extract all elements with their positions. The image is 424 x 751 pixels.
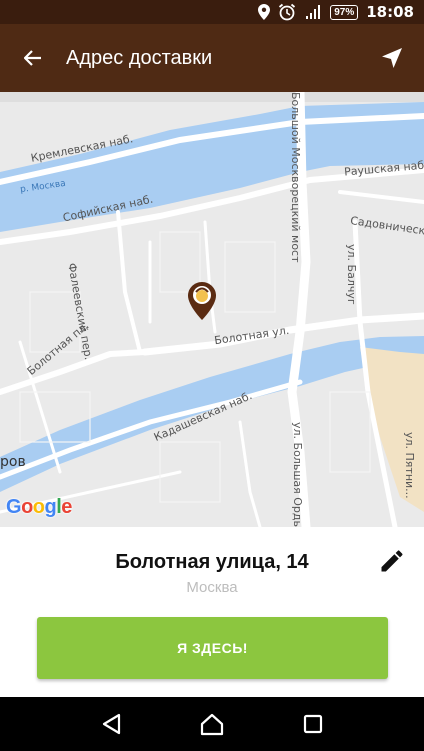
back-button[interactable]: [0, 24, 66, 92]
alarm-icon: [278, 3, 296, 21]
nav-home-button[interactable]: [188, 700, 236, 748]
nav-back-button[interactable]: [87, 700, 135, 748]
location-marker[interactable]: [188, 282, 216, 320]
home-icon: [200, 713, 224, 736]
arrow-left-icon: [24, 50, 41, 66]
map-view[interactable]: Кремлевская наб. р. Москва Софийская наб…: [0, 92, 424, 527]
address-street: Болотная улица, 14: [115, 551, 309, 573]
status-clock: 18:08: [366, 3, 414, 21]
back-triangle-icon: [102, 713, 120, 735]
page-title: Адрес доставки: [66, 46, 213, 69]
google-attribution: Google: [6, 496, 72, 518]
map-label-rov: ров: [0, 454, 26, 470]
system-nav-bar: [0, 697, 424, 751]
battery-indicator: 97%: [330, 4, 359, 20]
address-panel: Болотная улица, 14 Москва Я ЗДЕСЬ!: [0, 527, 424, 697]
status-bar: 97% 18:08: [0, 0, 424, 24]
map-label-bolshoy-moskvoretsky: Большой Москворецкий мост: [289, 92, 302, 263]
address-city: Москва: [186, 579, 238, 596]
recents-icon: [304, 714, 323, 734]
app-bar: Адрес доставки: [0, 24, 424, 92]
pencil-icon: [381, 550, 403, 572]
location-icon: [258, 4, 271, 20]
nav-recents-button[interactable]: [289, 700, 337, 748]
navigation-arrow-icon: [382, 48, 402, 68]
signal-icon: [304, 4, 322, 20]
map-label-bolshaya-ordynka: ул. Большая Орды...: [291, 422, 304, 527]
confirm-location-button[interactable]: Я ЗДЕСЬ!: [37, 617, 388, 679]
my-location-button[interactable]: [360, 24, 424, 92]
edit-address-button[interactable]: [374, 543, 410, 579]
map-label-balchug: ул. Балчуг: [345, 244, 358, 305]
map-pin-icon: [188, 282, 216, 320]
map-label-pyatnitskaya: ул. Пятни...: [403, 432, 416, 499]
